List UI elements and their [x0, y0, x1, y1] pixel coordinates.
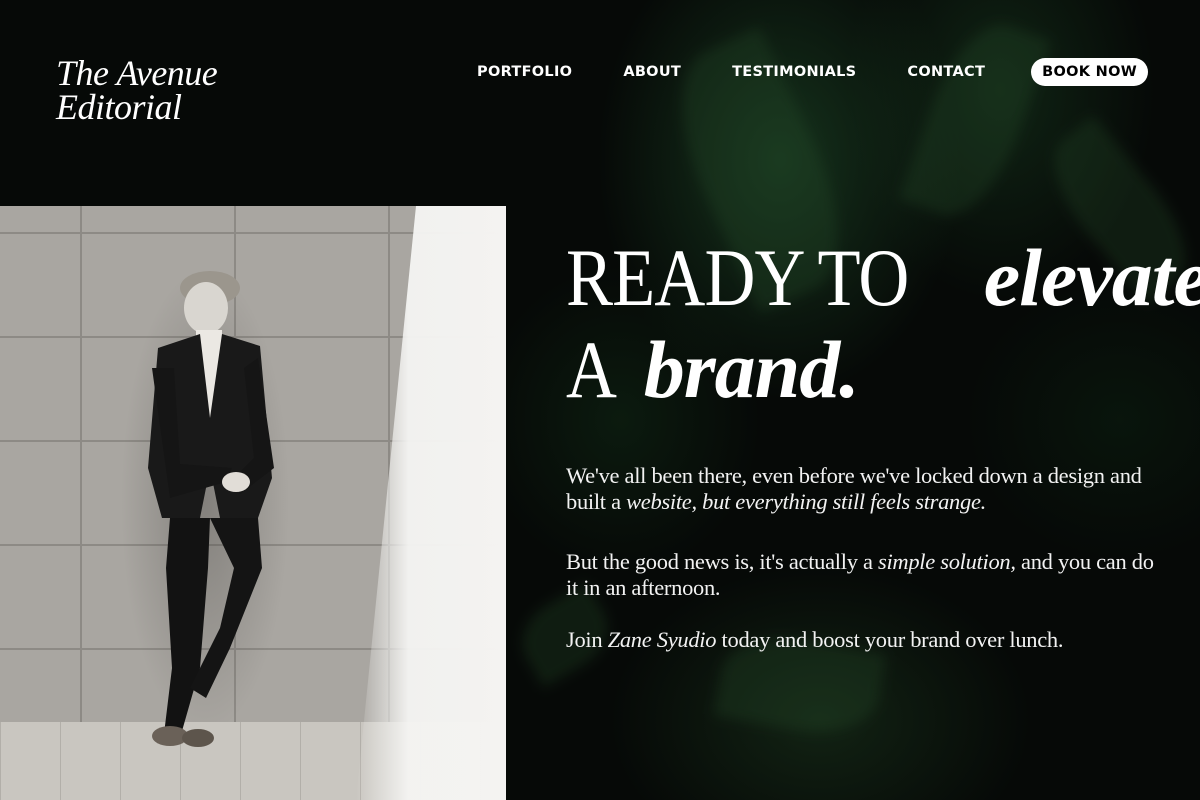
intro-paragraph-2: But the good news is, it's actually a si…: [566, 549, 1166, 601]
brand-logo[interactable]: The Avenue Editorial: [56, 53, 218, 127]
intro-paragraph-1: We've all been there, even before we've …: [566, 463, 1166, 515]
p3-text-a: Join: [566, 627, 608, 652]
hero-headline: READY TO elevate A brand.: [566, 232, 1200, 416]
nav-item-contact[interactable]: CONTACT: [907, 64, 985, 80]
nav-item-about[interactable]: ABOUT: [623, 64, 681, 80]
man-in-suit-illustration: [148, 271, 274, 747]
headline-ready-to: READY TO: [566, 232, 909, 323]
headline-line-2: A brand.: [566, 324, 1166, 416]
p2-text-a: But the good news is, it's actually a: [566, 549, 878, 574]
headline-line-1: READY TO elevate: [566, 232, 1200, 324]
nav-item-testimonials[interactable]: TESTIMONIALS: [732, 64, 856, 80]
headline-elevate: elevate: [983, 232, 1200, 323]
brand-logo-line-2: Editorial: [56, 87, 182, 127]
book-now-button[interactable]: BOOK NOW: [1031, 58, 1148, 86]
headline-brand: brand.: [643, 324, 860, 415]
hero-photo: [0, 206, 506, 800]
p3-studio-name: Zane Syudio: [607, 627, 717, 652]
intro-paragraph-3: Join Zane Syudio today and boost your br…: [566, 627, 1166, 653]
p2-italic: simple solution,: [877, 549, 1016, 574]
headline-a: A: [566, 324, 617, 415]
nav-item-portfolio[interactable]: PORTFOLIO: [477, 64, 572, 80]
p1-italic: website, but everything still feels stra…: [626, 489, 986, 514]
main-navigation: PORTFOLIO ABOUT TESTIMONIALS CONTACT BOO…: [477, 58, 1148, 86]
brand-logo-line-1: The Avenue: [56, 53, 218, 93]
p3-text-c: today and boost your brand over lunch.: [716, 627, 1064, 652]
